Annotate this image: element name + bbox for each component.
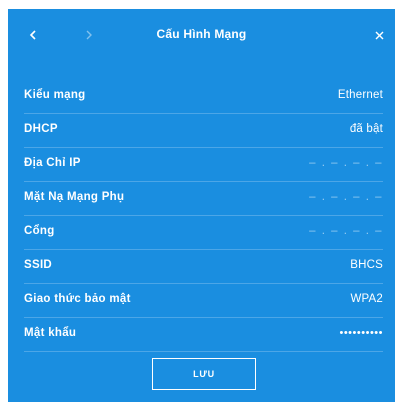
row-ip-address[interactable]: Địa Chỉ IP – . – . – . – [24,148,383,182]
row-label: Mặt Nạ Mạng Phụ [24,191,125,203]
header: Cấu Hình Mạng [8,9,395,61]
close-icon [375,31,383,39]
row-value: đã bật [349,123,383,135]
row-ssid[interactable]: SSID BHCS [24,250,383,284]
row-dhcp[interactable]: DHCP đã bật [24,114,383,148]
row-value: BHCS [350,259,383,271]
row-gateway[interactable]: Cổng – . – . – . – [24,216,383,250]
row-value: – . – . – . – [309,157,383,169]
row-value: Ethernet [337,89,383,101]
row-label: Mật khẩu [24,327,77,339]
row-value: WPA2 [350,293,383,305]
save-button[interactable]: LƯU [152,358,256,390]
row-subnet-mask[interactable]: Mặt Nạ Mạng Phụ – . – . – . – [24,182,383,216]
row-network-type[interactable]: Kiểu mạng Ethernet [24,80,383,114]
row-value: – . – . – . – [309,225,383,237]
row-label: Địa Chỉ IP [24,157,81,169]
row-label: DHCP [24,123,58,135]
row-password[interactable]: Mật khẩu •••••••••• [24,318,383,352]
page-title: Cấu Hình Mạng [156,27,247,41]
row-label: Kiểu mạng [24,89,86,101]
row-label: Giao thức bảo mật [24,293,131,305]
settings-list: Kiểu mạng Ethernet DHCP đã bật Địa Chỉ I… [24,80,383,352]
row-security-protocol[interactable]: Giao thức bảo mật WPA2 [24,284,383,318]
row-value: •••••••••• [339,327,383,339]
close-button[interactable] [370,26,388,44]
row-value: – . – . – . – [309,191,383,203]
network-config-panel: Cấu Hình Mạng Kiểu mạng Ethernet DHCP đã… [8,9,395,402]
row-label: Cổng [24,225,55,237]
row-label: SSID [24,259,53,271]
